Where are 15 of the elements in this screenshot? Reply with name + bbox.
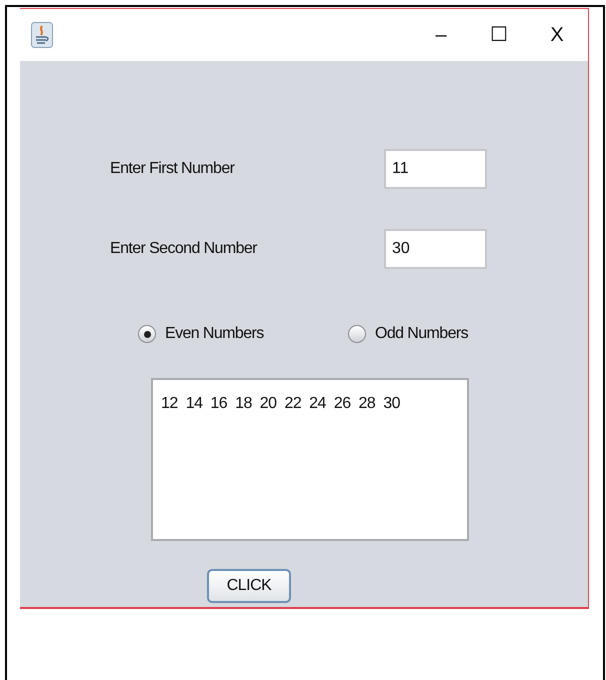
radio-button[interactable] xyxy=(348,325,366,343)
maximize-button[interactable]: ☐ xyxy=(472,15,526,55)
field-label: Enter Second Number xyxy=(110,239,258,259)
field-label: Enter First Number xyxy=(110,159,236,179)
radio-button[interactable] xyxy=(138,325,156,343)
radio-option[interactable]: Even Numbers xyxy=(138,322,348,346)
output-text: 12 14 16 18 20 22 24 26 28 30 xyxy=(161,395,400,412)
close-button[interactable]: X xyxy=(530,15,584,55)
coffee-cup-icon xyxy=(31,22,53,48)
radio-option[interactable]: Odd Numbers xyxy=(348,322,468,346)
minimize-button[interactable]: – xyxy=(414,15,468,55)
click-button[interactable]: CLICK xyxy=(207,569,291,603)
number-input-field[interactable]: 30 xyxy=(384,229,487,269)
output-text-area[interactable]: 12 14 16 18 20 22 24 26 28 30 xyxy=(151,378,469,541)
number-input-field[interactable]: 11 xyxy=(384,149,487,189)
